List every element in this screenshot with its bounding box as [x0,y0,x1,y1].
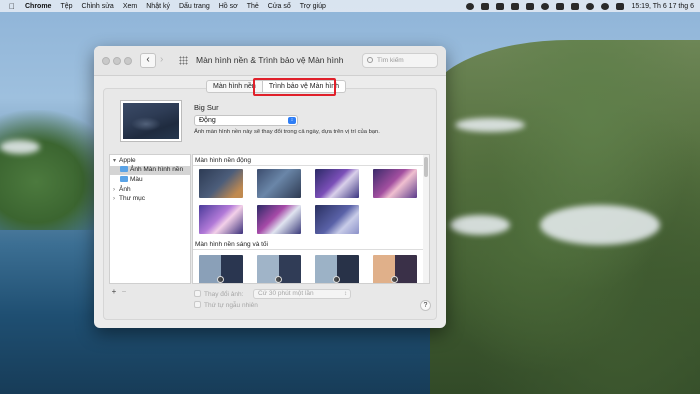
grid-icon[interactable] [179,56,188,65]
sidebar-item-label: Ảnh Màn hình nền [130,166,184,173]
menu-bar:  Chrome Tệp Chỉnh sửa Xem Nhật ký Dấu t… [0,0,700,12]
sidebar-item-label: Thư mục [119,195,146,202]
menu-app-name[interactable]: Chrome [25,3,51,10]
wallpaper-cloud [450,215,510,235]
light-dark-icon [275,276,282,283]
scrollbar[interactable] [423,155,429,283]
sidebar-item-label: Ảnh [119,186,131,193]
light-dark-icon [391,276,398,283]
interval-dropdown[interactable]: Cứ 30 phút một lần ↕ [253,289,351,299]
title-bar: ‹ › Màn hình nền & Trình bảo vệ Màn hình… [94,46,446,76]
mode-dropdown[interactable]: Động ↕ [194,115,298,126]
app-icon[interactable] [526,2,535,10]
add-remove-buttons: + − [109,288,131,297]
menu-profiles[interactable]: Hồ sơ [219,3,238,10]
highlight-box [253,78,336,96]
menu-history[interactable]: Nhật ký [146,3,170,10]
battery-icon[interactable] [571,2,580,10]
scrollbar-thumb[interactable] [424,157,428,177]
search-placeholder: Tìm kiếm [377,57,404,64]
wallpaper-description: Ảnh màn hình nền này sẽ thay đổi trong c… [194,129,380,135]
sidebar-item-colors[interactable]: Màu [120,176,143,183]
wallpaper-thumb[interactable] [315,169,359,198]
search-icon[interactable] [601,2,610,10]
wallpaper-cloud [455,118,525,132]
random-order-option[interactable]: Thứ tự ngẫu nhiên [194,301,258,309]
wallpaper-thumb[interactable] [199,255,243,283]
zoom-button[interactable] [124,57,132,65]
section-dynamic-heading: Màn hình nền động [195,157,252,164]
bluetooth-icon[interactable] [556,2,565,10]
section-divider [193,165,423,166]
remove-button[interactable]: − [119,288,129,296]
wallpaper-cloud [0,140,40,154]
timer-icon[interactable] [541,2,550,10]
light-dark-icon [333,276,340,283]
menu-bookmarks[interactable]: Dấu trang [179,3,210,10]
status-area: 15:19, Th 6 17 thg 6 [466,0,694,12]
menu-tab[interactable]: Thẻ [247,3,259,10]
back-button[interactable]: ‹ [140,53,156,68]
section-divider [193,249,423,250]
control-center-icon[interactable] [616,2,625,10]
source-sidebar: ▾ Apple Ảnh Màn hình nền Màu › Ảnh › Thư mụ… [109,154,191,284]
wallpaper-thumb[interactable] [315,205,359,234]
wallpaper-thumb[interactable] [257,255,301,283]
wallpaper-thumb[interactable] [199,205,243,234]
wallpaper-gallery: Màn hình nền động Màn hình nền sáng và t… [192,154,430,284]
change-picture-checkbox[interactable] [194,290,201,297]
record-icon[interactable] [466,2,475,10]
wallpaper-thumb[interactable] [373,255,417,283]
wallpaper-thumb[interactable] [257,205,301,234]
wallpaper-name: Big Sur [194,103,219,112]
sidebar-item-photos[interactable]: › Ảnh [113,186,131,193]
section-light-dark-heading: Màn hình nền sáng và tối [195,241,268,248]
sidebar-item-desktop-pictures[interactable]: Ảnh Màn hình nền [110,166,190,175]
close-button[interactable] [102,57,110,65]
search-icon [367,57,373,63]
mode-value: Động [199,117,216,124]
sidebar-group-label: Apple [119,157,136,164]
sidebar-item-folders[interactable]: › Thư mục [113,195,145,202]
wallpaper-thumb[interactable] [199,169,243,198]
sidebar-item-label: Màu [130,176,143,183]
clock[interactable]: 15:19, Th 6 17 thg 6 [631,3,694,10]
dropbox-icon[interactable] [496,2,505,10]
menu-help[interactable]: Trợ giúp [300,3,326,10]
camera-icon[interactable] [481,2,490,10]
menu-view[interactable]: Xem [123,3,137,10]
menu-file[interactable]: Tệp [60,3,72,10]
wallpaper-thumb[interactable] [257,169,301,198]
change-picture-label: Thay đổi ảnh: [204,291,244,298]
dropdown-arrows-icon: ↕ [344,291,347,297]
wifi-icon[interactable] [586,2,595,10]
search-field[interactable]: Tìm kiếm [362,53,438,68]
menu-window[interactable]: Cửa sổ [268,3,291,10]
light-dark-icon [217,276,224,283]
forward-button[interactable]: › [160,53,163,67]
wallpaper-cloud [540,205,660,245]
dropdown-arrows-icon: ↕ [288,117,296,124]
folder-icon [120,176,128,182]
change-picture-option[interactable]: Thay đổi ảnh: [194,290,243,298]
wallpaper-preview [121,101,181,141]
screen-icon[interactable] [511,2,520,10]
sidebar-group-apple[interactable]: ▾ Apple [113,157,136,164]
apple-icon[interactable]:  [9,2,19,11]
random-order-label: Thứ tự ngẫu nhiên [204,302,258,309]
menu-edit[interactable]: Chỉnh sửa [82,3,114,10]
add-button[interactable]: + [109,288,119,296]
wallpaper-thumb[interactable] [315,255,359,283]
wallpaper-thumb[interactable] [373,169,417,198]
random-order-checkbox[interactable] [194,301,201,308]
preferences-window: ‹ › Màn hình nền & Trình bảo vệ Màn hình… [94,46,446,328]
minimize-button[interactable] [113,57,121,65]
help-button[interactable]: ? [420,300,431,311]
interval-value: Cứ 30 phút một lần [258,290,314,297]
folder-icon [120,166,128,172]
window-title: Màn hình nền & Trình bảo vệ Màn hình [196,55,344,65]
